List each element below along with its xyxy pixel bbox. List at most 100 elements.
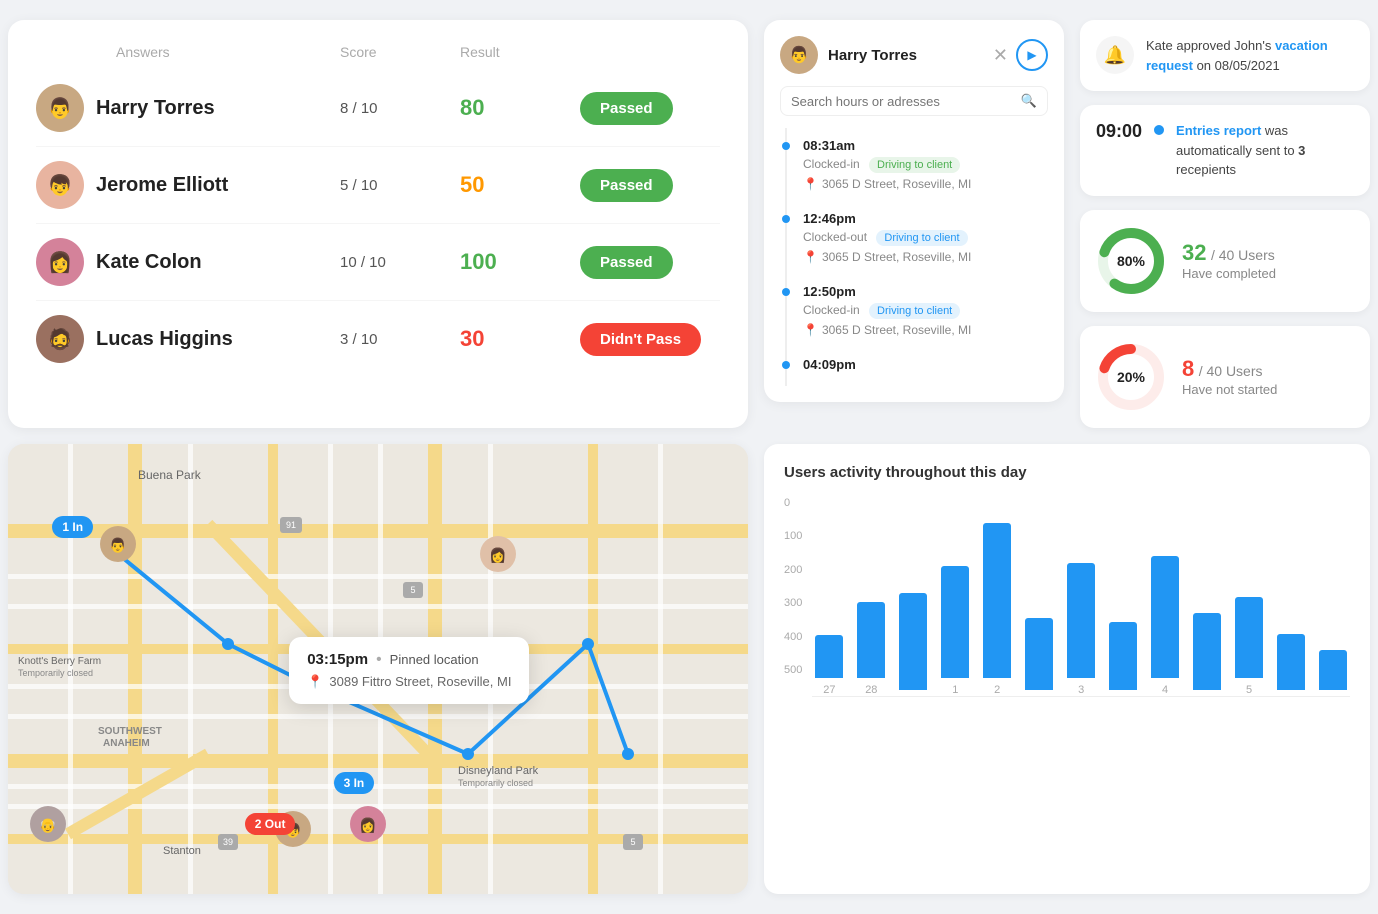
- chart-area: 500 400 300 200 100 0 27 28 1 2: [784, 497, 1350, 697]
- chart-card: Users activity throughout this day 500 4…: [764, 444, 1370, 894]
- score: 100: [460, 249, 580, 275]
- avatar: 👨: [780, 36, 818, 74]
- notification-text: Kate approved John's vacation request on…: [1146, 36, 1354, 75]
- answers: 8 / 10: [340, 100, 460, 117]
- timeline-dot: [782, 142, 790, 150]
- user-name: Kate Colon: [96, 251, 340, 274]
- avatar-harry: 👨: [36, 84, 84, 132]
- quiz-header: Answers Score Result: [116, 44, 720, 70]
- score: 30: [460, 326, 580, 352]
- timeline-dot: [782, 288, 790, 296]
- chart-title: Users activity throughout this day: [784, 464, 1350, 481]
- timeline-entry: 08:31am Clocked-in Driving to client 📍30…: [785, 128, 1048, 201]
- table-row[interactable]: 👩 Kate Colon 10 / 10 100 Passed: [36, 224, 720, 301]
- y-label: 0: [784, 497, 802, 509]
- entry-tag: Driving to client: [869, 157, 960, 173]
- map-popup: 03:15pm • Pinned location 📍 3089 Fittro …: [289, 637, 529, 704]
- progress-info: 32 / 40 Users Have completed: [1182, 240, 1276, 281]
- bar: [1319, 650, 1347, 690]
- table-row[interactable]: 👨 Harry Torres 8 / 10 80 Passed: [36, 70, 720, 147]
- entry-tag: Driving to client: [876, 230, 967, 246]
- col-result: Result: [460, 44, 580, 60]
- entry-tag: Driving to client: [869, 303, 960, 319]
- entry-time: 12:46pm: [803, 211, 1048, 226]
- y-label: 200: [784, 564, 802, 576]
- timeline-entry: 12:46pm Clocked-out Driving to client 📍3…: [785, 201, 1048, 274]
- progress-desc: Have not started: [1182, 382, 1277, 397]
- chart-y-labels: 500 400 300 200 100 0: [784, 497, 802, 697]
- entries-link[interactable]: Entries report: [1176, 123, 1261, 138]
- right-panel: 🔔 Kate approved John's vacation request …: [1080, 20, 1370, 428]
- bar: [1151, 556, 1179, 678]
- badge-3-in: 3 In: [334, 772, 375, 794]
- donut-label: 20%: [1117, 369, 1145, 385]
- entry-time: 12:50pm: [803, 284, 1048, 299]
- bar: [815, 635, 843, 678]
- play-button[interactable]: ▶: [1016, 39, 1048, 71]
- notif-time: 09:00: [1096, 121, 1142, 142]
- avatar-kate: 👩: [36, 238, 84, 286]
- popup-time: 03:15pm • Pinned location: [307, 651, 511, 668]
- y-label: 100: [784, 530, 802, 542]
- timeline-user-name: Harry Torres: [828, 47, 917, 64]
- entry-address: 📍3065 D Street, Roseville, MI: [803, 323, 1048, 337]
- bar-group: [1274, 634, 1308, 696]
- bars-row: 27 28 1 2 3 4 5: [812, 516, 1350, 696]
- bar-label: 3: [1078, 684, 1084, 696]
- progress-completed: 80% 32 / 40 Users Have completed: [1080, 210, 1370, 312]
- timeline-entry: 12:50pm Clocked-in Driving to client 📍30…: [785, 274, 1048, 347]
- search-icon: 🔍: [1021, 93, 1037, 109]
- svg-text:ANAHEIM: ANAHEIM: [103, 738, 150, 749]
- bar: [1277, 634, 1305, 690]
- bar-group: 5: [1232, 597, 1266, 696]
- quiz-card: Answers Score Result 👨 Harry Torres 8 / …: [8, 20, 748, 428]
- time-dot: [1154, 125, 1164, 135]
- bar-group: 1: [938, 566, 972, 696]
- vacation-link[interactable]: vacation request: [1146, 38, 1328, 73]
- table-row[interactable]: 👦 Jerome Elliott 5 / 10 50 Passed: [36, 147, 720, 224]
- svg-text:Buena Park: Buena Park: [138, 468, 202, 482]
- svg-text:👩: 👩: [359, 817, 376, 834]
- svg-text:5: 5: [410, 585, 415, 595]
- timeline-dot: [782, 215, 790, 223]
- timeline-user: 👨 Harry Torres: [780, 36, 917, 74]
- bar: [1235, 597, 1263, 678]
- bar-label: 5: [1246, 684, 1252, 696]
- svg-text:39: 39: [223, 837, 233, 847]
- avatar-lucas: 🧔: [36, 315, 84, 363]
- bar: [899, 593, 927, 690]
- progress-count: 8 / 40 Users: [1182, 356, 1277, 382]
- svg-text:Temporarily closed: Temporarily closed: [18, 668, 93, 678]
- search-input[interactable]: [791, 94, 1013, 109]
- search-bar[interactable]: 🔍: [780, 86, 1048, 116]
- user-name: Lucas Higgins: [96, 328, 340, 351]
- progress-count: 32 / 40 Users: [1182, 240, 1276, 266]
- result-badge: Passed: [580, 169, 720, 202]
- progress-desc: Have completed: [1182, 266, 1276, 281]
- bar-group: 28: [854, 602, 888, 696]
- result-badge: Didn't Pass: [580, 323, 720, 356]
- svg-text:91: 91: [286, 520, 296, 530]
- entry-action: Clocked-in Driving to client: [803, 303, 1048, 319]
- svg-text:Disneyland Park: Disneyland Park: [458, 765, 539, 777]
- map-background: Buena Park Knott's Berry Farm Temporaril…: [8, 444, 748, 894]
- entry-address: 📍3065 D Street, Roseville, MI: [803, 250, 1048, 264]
- col-answers: Answers: [116, 44, 340, 60]
- bar-group: [1190, 613, 1224, 696]
- bar-label: 1: [952, 684, 958, 696]
- y-label: 400: [784, 631, 802, 643]
- bar-group: 3: [1064, 563, 1098, 696]
- map-card[interactable]: Buena Park Knott's Berry Farm Temporaril…: [8, 444, 748, 894]
- svg-text:👴: 👴: [39, 817, 56, 834]
- notification-text: Entries report was automatically sent to…: [1176, 121, 1354, 180]
- answers: 10 / 10: [340, 254, 460, 271]
- svg-text:Stanton: Stanton: [163, 845, 201, 857]
- bar-label: 4: [1162, 684, 1168, 696]
- table-row[interactable]: 🧔 Lucas Higgins 3 / 10 30 Didn't Pass: [36, 301, 720, 377]
- close-icon[interactable]: ✕: [993, 45, 1008, 66]
- notification-entries: 09:00 Entries report was automatically s…: [1080, 105, 1370, 196]
- entry-action: Clocked-in Driving to client: [803, 157, 1048, 173]
- svg-text:👨: 👨: [109, 537, 126, 554]
- entry-time: 08:31am: [803, 138, 1048, 153]
- donut-label: 80%: [1117, 253, 1145, 269]
